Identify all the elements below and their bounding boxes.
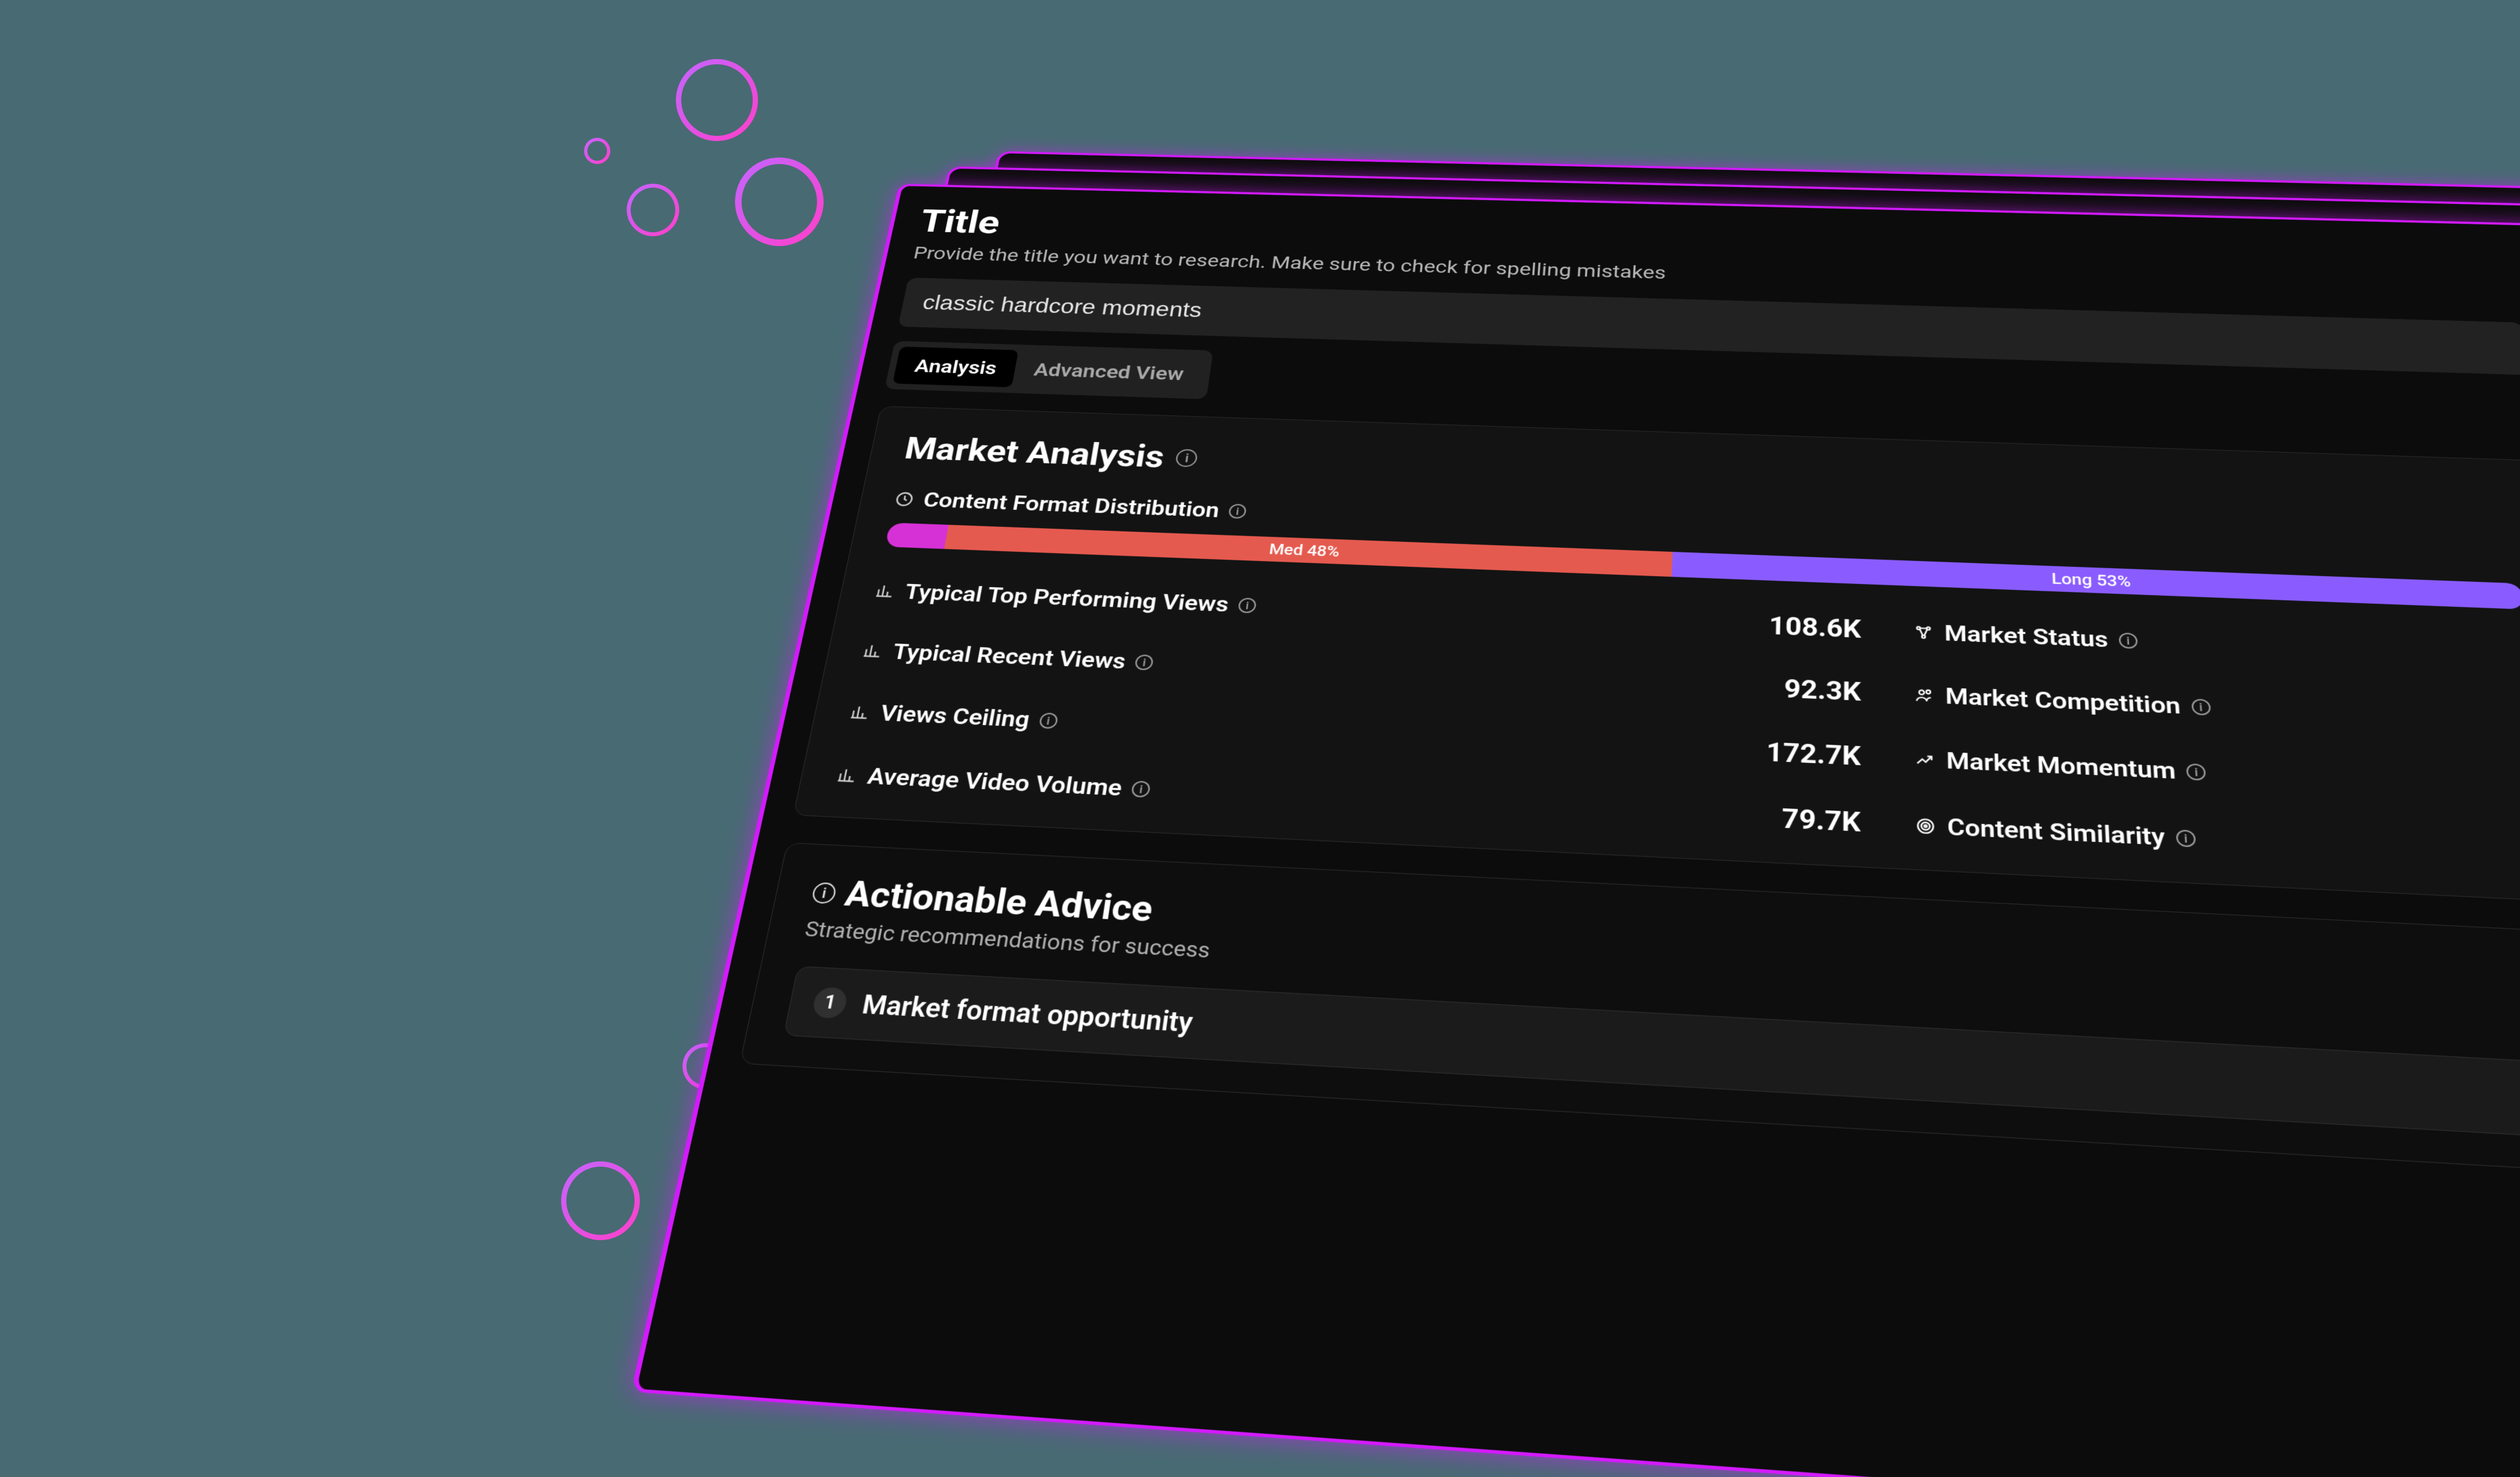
bar-chart-icon — [862, 642, 885, 659]
stat-market-status: Market Status i — [1914, 619, 2520, 671]
info-icon[interactable]: i — [811, 882, 838, 904]
stat-top-views-value: 108.6K — [1612, 606, 1914, 646]
info-icon[interactable]: i — [1038, 713, 1059, 729]
advice-item-number: 1 — [811, 987, 849, 1019]
segment-long-label: Long 53% — [2051, 570, 2132, 591]
stat-market-momentum: Market Momentum i — [1915, 746, 2520, 802]
stat-content-similarity: Content Similarity i — [1916, 812, 2520, 870]
users-icon — [1914, 686, 1935, 705]
tab-analysis[interactable]: Analysis — [892, 346, 1019, 387]
stat-top-views: Typical Top Performing Views i — [873, 578, 1614, 633]
stats-grid: Typical Top Performing Views i 108.6K Ma… — [834, 577, 2520, 872]
view-tabs: Analysis Advanced View — [885, 341, 1213, 399]
info-icon[interactable]: i — [1135, 654, 1154, 671]
advice-item-label: Market format opportunity — [860, 989, 1194, 1039]
stat-recent-views-value: 92.3K — [1608, 668, 1915, 710]
bar-chart-icon — [849, 703, 872, 721]
segment-med-label: Med 48% — [1268, 541, 1340, 560]
stat-recent-views: Typical Recent Views i — [860, 638, 1610, 695]
advice-item-1[interactable]: 1 Market format opportunity — [784, 966, 2520, 1140]
stat-avg-volume: Average Video Volume i — [835, 762, 1603, 825]
network-icon — [1914, 624, 1933, 642]
info-icon[interactable]: i — [2118, 633, 2137, 649]
bar-chart-icon — [874, 583, 897, 600]
market-analysis-title: Market Analysis — [902, 430, 1167, 475]
market-analysis-panel: Market Analysis i Content Format Distrib… — [793, 406, 2520, 904]
info-icon[interactable]: i — [1228, 504, 1247, 519]
trend-up-icon — [1915, 751, 1935, 769]
segment-short — [885, 522, 948, 549]
stat-market-competition: Market Competition i — [1914, 682, 2520, 735]
actionable-advice-panel: i Actionable Advice Strategic recommenda… — [740, 843, 2520, 1175]
stat-views-ceiling-value: 172.7K — [1605, 731, 1916, 774]
tab-advanced-view[interactable]: Advanced View — [1012, 350, 1206, 394]
info-icon[interactable]: i — [2186, 763, 2206, 781]
clock-icon — [893, 491, 916, 508]
content-format-label: Content Format Distribution — [921, 488, 1221, 523]
info-icon[interactable]: i — [2191, 699, 2211, 716]
